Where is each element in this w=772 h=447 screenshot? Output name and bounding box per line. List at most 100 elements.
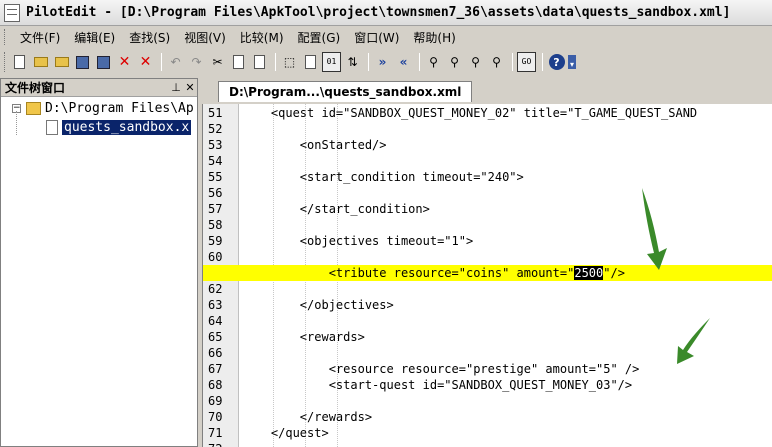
code-line[interactable]: 72 [203,441,772,447]
line-number: 55 [208,170,223,184]
binoculars-files-icon: ⚲ [492,55,501,69]
code-line[interactable]: 64 [203,313,772,329]
toolbar-overflow-dropdown[interactable]: ▾ [568,55,576,69]
indent-button[interactable]: » [373,52,392,72]
pin-icon[interactable]: ⊥ [169,81,183,94]
code-line[interactable]: 69 [203,393,772,409]
menu-view[interactable]: 视图(V) [177,29,233,46]
select-button[interactable]: ⬚ [280,52,299,72]
code-text: <rewards> [242,330,365,344]
code-line[interactable]: 65 <rewards> [203,329,772,345]
code-text: </rewards> [242,410,373,424]
save-all-button[interactable] [94,52,113,72]
line-number: 56 [208,186,223,200]
code-line[interactable]: 59 <objectives timeout="1"> [203,233,772,249]
code-editor[interactable]: 51 <quest id="SANDBOX_QUEST_MONEY_02" ti… [202,104,772,447]
toolbar-grip[interactable] [4,52,7,72]
cut-button[interactable]: ✂ [208,52,227,72]
clipboard-button[interactable] [301,52,320,72]
line-number: 70 [208,410,223,424]
new-file-icon [14,55,25,69]
save-button[interactable] [73,52,92,72]
file-tree-header: 文件树窗口 ⊥ ✕ [1,79,197,97]
code-line[interactable]: 71 </quest> [203,425,772,441]
file-tree-title: 文件树窗口 [5,81,66,95]
line-number: 52 [208,122,223,136]
copy-button[interactable] [229,52,248,72]
line-number: 53 [208,138,223,152]
line-number: 69 [208,394,223,408]
goto-icon: GO [521,57,532,66]
code-line[interactable]: 60 [203,249,772,265]
code-line[interactable]: 54 [203,153,772,169]
open-file-button[interactable] [31,52,50,72]
goto-line-button[interactable]: GO [517,52,536,72]
redo-button[interactable]: ↷ [187,52,206,72]
code-line[interactable]: 61 <tribute resource="coins" amount="250… [203,265,772,281]
tree-item-file[interactable]: quests_sandbox.x [1,118,197,137]
code-line[interactable]: 57 </start_condition> [203,201,772,217]
binoculars-icon: ⚲ [429,55,438,69]
code-line[interactable]: 58 [203,217,772,233]
code-line[interactable]: 55 <start_condition timeout="240"> [203,169,772,185]
binary-icon: 01 [326,57,337,66]
file-tree-panel: 文件树窗口 ⊥ ✕ − D:\Program Files\Ap quests_s… [0,78,198,447]
paste-button[interactable] [250,52,269,72]
code-text: <start_condition timeout="240"> [242,170,524,184]
menu-help[interactable]: 帮助(H) [406,29,462,46]
menu-edit[interactable]: 编辑(E) [67,29,122,46]
code-line[interactable]: 56 [203,185,772,201]
code-segment: <tribute resource="coins" amount=" [242,266,575,280]
new-file-button[interactable] [10,52,29,72]
help-button[interactable]: ? [547,52,566,72]
menu-config[interactable]: 配置(G) [291,29,348,46]
close-file-button[interactable]: ✕ [115,52,134,72]
find-button[interactable]: ⚲ [424,52,443,72]
paste-icon [254,55,265,69]
hex-button[interactable]: 01 [322,52,341,72]
line-number: 66 [208,346,223,360]
find-in-files-button[interactable]: ⚲ [487,52,506,72]
code-line[interactable]: 51 <quest id="SANDBOX_QUEST_MONEY_02" ti… [203,105,772,121]
code-line[interactable]: 70 </rewards> [203,409,772,425]
copy-icon [233,55,244,69]
close-all-button[interactable]: ✕ [136,52,155,72]
line-number: 60 [208,250,223,264]
line-number: 65 [208,330,223,344]
tree-item-root[interactable]: − D:\Program Files\Ap [1,99,197,118]
sort-button[interactable]: ⇅ [343,52,362,72]
line-number: 62 [208,282,223,296]
code-line[interactable]: 63 </objectives> [203,297,772,313]
outdent-button[interactable]: « [394,52,413,72]
find-next-button[interactable]: ⚲ [445,52,464,72]
menu-file[interactable]: 文件(F) [13,29,67,46]
tree-file-label: quests_sandbox.x [62,120,192,135]
code-line[interactable]: 62 [203,281,772,297]
code-line[interactable]: 66 [203,345,772,361]
selected-value[interactable]: 2500 [574,266,604,280]
menu-compare[interactable]: 比较(M) [233,29,291,46]
toolbar-separator [368,53,369,71]
open-recent-button[interactable] [52,52,71,72]
code-line[interactable]: 68 <start-quest id="SANDBOX_QUEST_MONEY_… [203,377,772,393]
code-line[interactable]: 53 <onStarted/> [203,137,772,153]
help-question-icon: ? [548,54,565,70]
menubar-grip[interactable] [4,29,7,45]
code-line[interactable]: 67 <resource resource="prestige" amount=… [203,361,772,377]
code-line[interactable]: 52 [203,121,772,137]
tab-quests-sandbox[interactable]: D:\Program...\quests_sandbox.xml [218,81,473,102]
replace-button[interactable]: ⚲ [466,52,485,72]
line-number: 51 [208,106,223,120]
code-text: <onStarted/> [242,138,387,152]
open-folder-icon [33,57,48,67]
menu-window[interactable]: 窗口(W) [347,29,406,46]
tree-root-label: D:\Program Files\Ap [45,101,194,116]
window-title: PilotEdit - [D:\Program Files\ApkTool\pr… [26,5,731,20]
undo-button[interactable]: ↶ [166,52,185,72]
panel-close-icon[interactable]: ✕ [183,81,197,94]
menu-search[interactable]: 查找(S) [122,29,177,46]
line-number: 68 [208,378,223,392]
